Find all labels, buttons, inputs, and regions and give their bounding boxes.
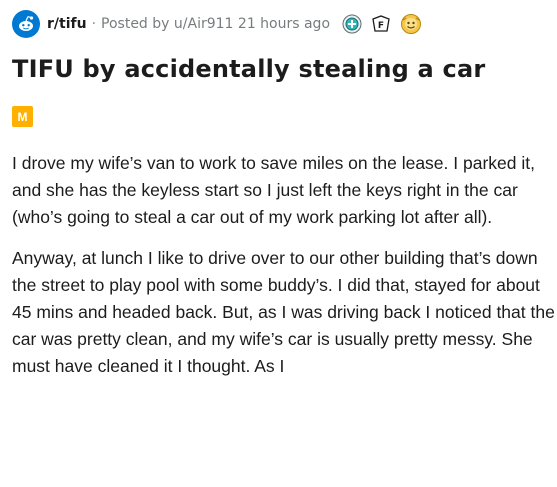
subreddit-link[interactable]: r/tifu [47, 16, 87, 32]
post-paragraph: Anyway, at lunch I like to drive over to… [12, 248, 555, 376]
helpful-award-icon[interactable] [342, 14, 362, 34]
take-my-energy-award-icon[interactable] [400, 13, 422, 35]
posted-by-prefix: Posted by [101, 16, 170, 32]
post-paragraph: I drove my wife’s van to work to save mi… [12, 153, 535, 227]
post-meta: r/tifu · Posted by u/Air911 21 hours ago… [12, 9, 422, 39]
f-award-icon[interactable]: F [370, 14, 392, 34]
post-body: I drove my wife’s van to work to save mi… [12, 150, 557, 394]
post-flair[interactable]: M [12, 106, 33, 127]
post-title[interactable]: TIFU by accidentally stealing a car [12, 55, 485, 83]
post-timestamp[interactable]: 21 hours ago [238, 16, 330, 32]
meta-separator: · [91, 16, 97, 32]
post-container: r/tifu · Posted by u/Air911 21 hours ago… [0, 0, 557, 487]
svg-text:F: F [378, 21, 384, 31]
posted-by: Posted by u/Air911 21 hours ago [101, 16, 330, 32]
author-link[interactable]: u/Air911 [174, 16, 234, 32]
subreddit-icon[interactable] [12, 10, 40, 38]
